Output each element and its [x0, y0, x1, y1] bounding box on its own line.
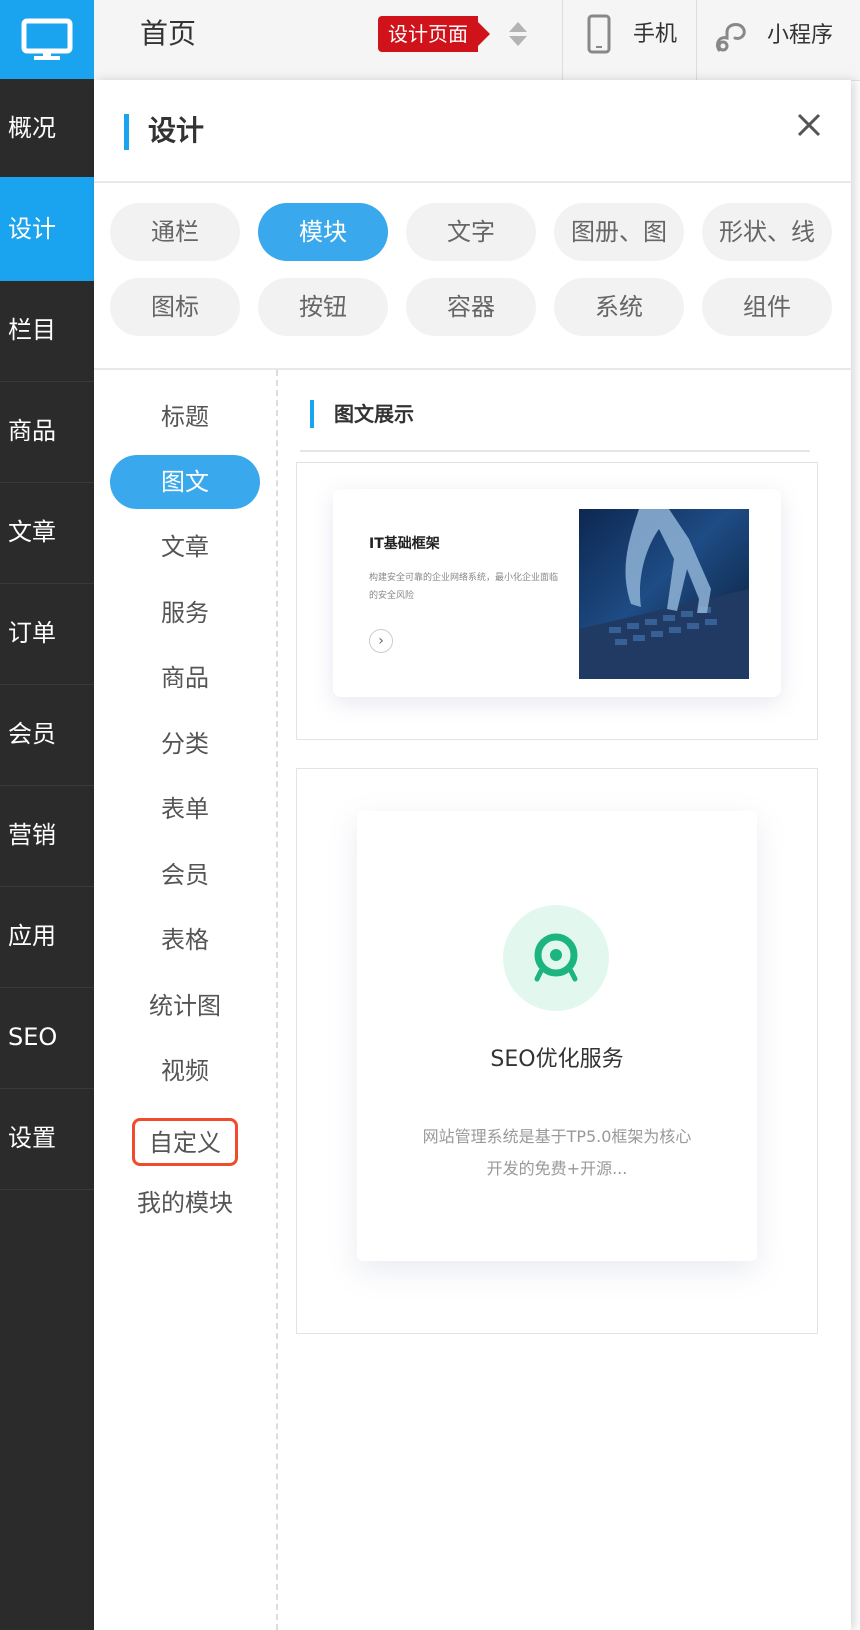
sidebar-item-articles[interactable]: 文章 — [0, 480, 94, 584]
sidebar-item-design[interactable]: 设计 — [0, 177, 94, 281]
sidebar-item-overview[interactable]: 概况 — [0, 76, 94, 180]
subnav-item-image-text[interactable]: 图文 — [110, 455, 260, 509]
tab-button[interactable]: 按钮 — [258, 278, 388, 336]
subnav-item-member[interactable]: 会员 — [110, 848, 260, 902]
mobile-preview-button[interactable]: 手机 — [563, 0, 696, 80]
section-divider — [300, 450, 810, 452]
mini-program-label: 小程序 — [767, 23, 834, 48]
sidebar-item-orders[interactable]: 订单 — [0, 581, 94, 685]
tab-gallery[interactable]: 图册、图 — [554, 203, 684, 261]
section-title: 图文展示 — [334, 402, 414, 426]
section-accent-bar — [310, 400, 314, 428]
subnav-item-product[interactable]: 商品 — [110, 651, 260, 705]
monitor-logo-icon[interactable] — [0, 0, 94, 79]
mobile-label: 手机 — [633, 22, 678, 47]
subnav-item-article[interactable]: 文章 — [110, 520, 260, 574]
preview-content: SEO优化服务 网站管理系统是基于TP5.0框架为核心开发的免费+开源... — [357, 811, 757, 1261]
subnav-item-category[interactable]: 分类 — [110, 717, 260, 771]
webcam-icon — [503, 905, 609, 1011]
subnav-item-my-modules[interactable]: 我的模块 — [110, 1176, 260, 1230]
subnav-item-title[interactable]: 标题 — [110, 390, 260, 444]
mini-program-button[interactable]: 小程序 — [697, 0, 860, 80]
subnav-item-service[interactable]: 服务 — [110, 586, 260, 640]
sidebar-item-marketing[interactable]: 营销 — [0, 783, 94, 887]
module-preview-card[interactable]: SEO优化服务 网站管理系统是基于TP5.0框架为核心开发的免费+开源... — [296, 768, 818, 1334]
robot-hand-keyboard-image — [579, 509, 749, 679]
preview-description: 网站管理系统是基于TP5.0框架为核心开发的免费+开源... — [422, 1127, 692, 1178]
sort-arrows-icon[interactable] — [508, 20, 528, 48]
category-tabs: 通栏 模块 文字 图册、图 形状、线 图标 按钮 容器 系统 组件 — [94, 183, 851, 370]
title-accent-bar — [124, 114, 129, 150]
panel-title: 设计 — [148, 114, 205, 147]
tab-module[interactable]: 模块 — [258, 203, 388, 261]
page-select-title[interactable]: 首页 — [140, 0, 196, 68]
tab-text[interactable]: 文字 — [406, 203, 536, 261]
chevron-right-icon: › — [369, 629, 393, 653]
subnav-item-video[interactable]: 视频 — [110, 1044, 260, 1098]
close-icon[interactable] — [794, 110, 824, 140]
mini-program-icon — [715, 23, 746, 52]
module-subnav: 标题 图文 文章 服务 商品 分类 表单 会员 表格 统计图 视频 自定义 我的… — [94, 370, 278, 1630]
preview-description: 构建安全可靠的企业网络系统，最小化企业面临的安全风险 — [369, 573, 559, 601]
subnav-item-custom[interactable]: 自定义 — [132, 1118, 238, 1166]
sidebar-item-settings[interactable]: 设置 — [0, 1086, 94, 1190]
tab-system[interactable]: 系统 — [554, 278, 684, 336]
preview-title: SEO优化服务 — [490, 1047, 624, 1072]
panel-header: 设计 — [94, 80, 851, 183]
sidebar-item-apps[interactable]: 应用 — [0, 884, 94, 988]
top-bar: 首页 设计页面 手机 小程序 — [94, 0, 860, 81]
preview-title: IT基础框架 — [369, 536, 440, 552]
subnav-item-form[interactable]: 表单 — [110, 782, 260, 836]
design-page-badge: 设计页面 — [378, 16, 490, 52]
preview-content: IT基础框架 构建安全可靠的企业网络系统，最小化企业面临的安全风险 › — [333, 489, 781, 697]
tab-icon[interactable]: 图标 — [110, 278, 240, 336]
sidebar-item-products[interactable]: 商品 — [0, 379, 94, 483]
tab-shape[interactable]: 形状、线 — [702, 203, 832, 261]
sidebar-item-seo[interactable]: SEO — [0, 985, 94, 1089]
module-preview-card[interactable]: IT基础框架 构建安全可靠的企业网络系统，最小化企业面临的安全风险 › — [296, 462, 818, 740]
tab-component[interactable]: 组件 — [702, 278, 832, 336]
sidebar-item-members[interactable]: 会员 — [0, 682, 94, 786]
left-sidebar: 概况 设计 栏目 商品 文章 订单 会员 营销 应用 SEO 设置 — [0, 0, 94, 1630]
design-panel: 设计 通栏 模块 文字 图册、图 形状、线 图标 按钮 容器 系统 组件 标题 … — [94, 80, 851, 1630]
sidebar-item-columns[interactable]: 栏目 — [0, 278, 94, 382]
tab-banner[interactable]: 通栏 — [110, 203, 240, 261]
phone-icon — [587, 14, 611, 54]
subnav-item-chart[interactable]: 统计图 — [110, 979, 260, 1033]
tab-container[interactable]: 容器 — [406, 278, 536, 336]
subnav-item-table[interactable]: 表格 — [110, 913, 260, 967]
